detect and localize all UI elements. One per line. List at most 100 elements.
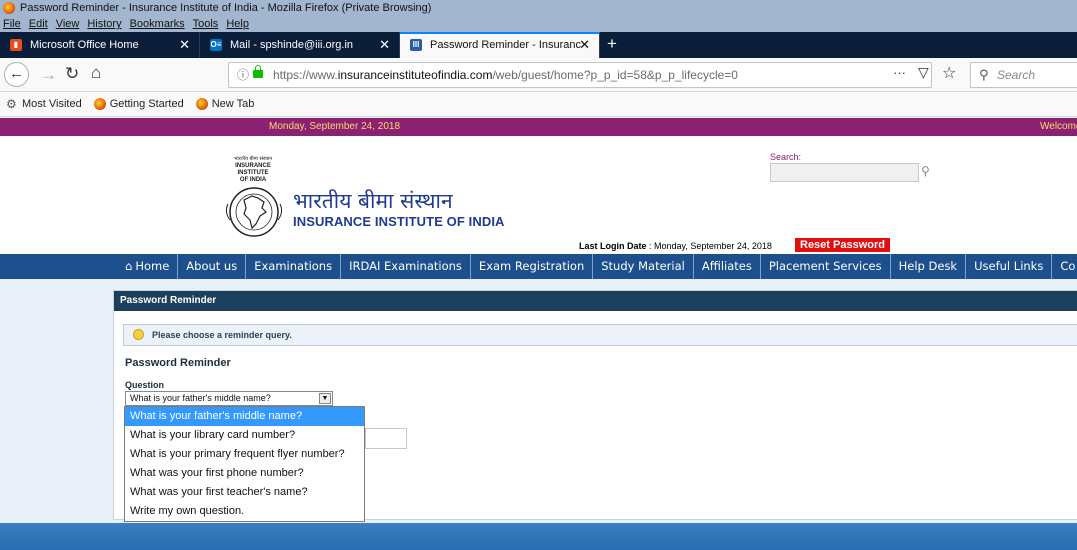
url-domain: insuranceinstituteofindia.com [337, 68, 493, 82]
bookmark-new-tab[interactable]: New Tab [195, 92, 255, 116]
nav-useful-links[interactable]: Useful Links [966, 254, 1053, 279]
question-option[interactable]: What was your first teacher's name? [125, 483, 364, 502]
close-tab-icon[interactable]: ✕ [579, 34, 590, 56]
question-option[interactable]: Write my own question. [125, 502, 364, 521]
logo-text: भारतीय बीमा संस्थान INSURANCE INSTITUTE … [223, 156, 283, 184]
info-message: Please choose a reminder query. [123, 324, 1077, 346]
info-text: Please choose a reminder query. [152, 330, 292, 340]
question-select[interactable]: What is your father's middle name? ▼ [125, 391, 333, 406]
question-label: Question [125, 380, 165, 390]
logo-line-1: INSURANCE [235, 163, 271, 169]
url-bar[interactable]: ⓘ https://www.insuranceinstituteofindia.… [228, 62, 932, 88]
answer-input[interactable] [365, 428, 407, 449]
bookmark-label: New Tab [211, 97, 255, 110]
selected-question: What is your father's middle name? [130, 393, 271, 403]
tab-password-reminder[interactable]: III Password Reminder - Insuranc ✕ [400, 32, 600, 58]
search-input[interactable]: ⚲ Search [970, 62, 1077, 88]
nav-placement-services[interactable]: Placement Services [761, 254, 891, 279]
question-option[interactable]: What is your library card number? [125, 426, 364, 445]
bookmarks-bar: ⚙ Most Visited Getting Started New Tab [0, 92, 1077, 117]
site-logo[interactable]: भारतीय बीमा संस्थान INSURANCE INSTITUTE … [219, 156, 289, 237]
bookmark-label: Most Visited [22, 97, 82, 110]
nav-affiliates[interactable]: Affiliates [694, 254, 761, 279]
forward-button[interactable]: → [40, 65, 57, 85]
menu-view[interactable]: View [56, 16, 80, 32]
main-nav: ⌂ Home About us Examinations IRDAI Examin… [0, 254, 1077, 279]
lightbulb-icon [133, 329, 144, 340]
question-option[interactable]: What was your first phone number? [125, 464, 364, 483]
menu-edit[interactable]: Edit [29, 16, 48, 32]
info-icon[interactable]: ⓘ [237, 63, 249, 87]
question-dropdown-list: What is your father's middle name? What … [124, 406, 365, 522]
section-title: Password Reminder [125, 357, 231, 369]
tab-mail[interactable]: O≡ Mail - spshinde@iii.org.in ✕ [200, 32, 400, 58]
menu-bar: File Edit View History Bookmarks Tools H… [0, 16, 1077, 32]
home-icon: ⌂ [125, 259, 133, 273]
site-header: भारतीय बीमा संस्थान INSURANCE INSTITUTE … [0, 136, 1077, 254]
last-login-label: Last Login Date [579, 241, 647, 251]
nav-help-desk[interactable]: Help Desk [891, 254, 967, 279]
bookmark-label: Getting Started [109, 97, 184, 110]
bookmark-getting-started[interactable]: Getting Started [93, 92, 184, 116]
tab-label: Mail - spshinde@iii.org.in [230, 39, 354, 51]
nav-irdai-examinations[interactable]: IRDAI Examinations [341, 254, 471, 279]
menu-file[interactable]: File [3, 16, 21, 32]
logo-hindi: भारतीय बीमा संस्थान [233, 156, 272, 162]
window-titlebar: Password Reminder - Insurance Institute … [0, 0, 1077, 16]
search-placeholder: Search [997, 68, 1036, 82]
india-map-emblem-icon [225, 187, 283, 237]
site-title-english: INSURANCE INSTITUTE OF INDIA [293, 214, 505, 229]
firefox-icon [3, 2, 15, 14]
close-tab-icon[interactable]: ✕ [179, 32, 190, 58]
search-icon: ⚲ [979, 67, 989, 82]
close-tab-icon[interactable]: ✕ [379, 32, 390, 58]
menu-help[interactable]: Help [226, 16, 249, 32]
nav-about-us[interactable]: About us [178, 254, 247, 279]
nav-label: Home [135, 259, 170, 273]
menu-tools[interactable]: Tools [193, 16, 219, 32]
firefox-icon [195, 98, 208, 110]
gear-icon: ⚙ [6, 97, 17, 111]
current-date: Monday, September 24, 2018 [269, 121, 401, 132]
last-login-info: Last Login Date : Monday, September 24, … [579, 241, 772, 251]
nav-toolbar: ← → ↻ ⌂ ⓘ https://www.insuranceinstitute… [0, 58, 1077, 92]
menu-bookmarks[interactable]: Bookmarks [130, 16, 185, 32]
site-search-label: Search: [770, 152, 802, 162]
tab-office[interactable]: ▮ Microsoft Office Home ✕ [0, 32, 200, 58]
nav-home[interactable]: ⌂ Home [117, 254, 179, 279]
new-tab-button[interactable]: + [600, 32, 624, 58]
office-icon: ▮ [10, 39, 22, 51]
bookmark-star-icon[interactable]: ☆ [942, 63, 956, 83]
site-search-input[interactable] [770, 163, 919, 182]
question-option[interactable]: What is your father's middle name? [125, 407, 364, 426]
firefox-icon [93, 98, 106, 110]
tab-bar: ▮ Microsoft Office Home ✕ O≡ Mail - spsh… [0, 32, 1077, 58]
panel-title: Password Reminder [114, 291, 1077, 311]
menu-history[interactable]: History [87, 16, 121, 32]
search-icon[interactable]: ⚲ [921, 164, 930, 178]
question-option[interactable]: What is your primary frequent flyer numb… [125, 445, 364, 464]
nav-contact[interactable]: Co [1052, 254, 1077, 279]
reset-password-button[interactable]: Reset Password [795, 238, 890, 252]
home-button[interactable]: ⌂ [91, 63, 101, 83]
pocket-icon[interactable]: ▽ [918, 64, 929, 81]
nav-examinations[interactable]: Examinations [246, 254, 342, 279]
nav-exam-registration[interactable]: Exam Registration [471, 254, 594, 279]
chevron-down-icon[interactable]: ▼ [319, 393, 331, 404]
site-title-hindi: भारतीय बीमा संस्थान [293, 189, 453, 213]
tab-label: Microsoft Office Home [30, 39, 139, 51]
nav-study-material[interactable]: Study Material [593, 254, 694, 279]
site-icon: III [410, 39, 422, 51]
url-prefix: https://www. [273, 68, 338, 82]
logo-line-2: INSTITUTE [237, 170, 269, 176]
back-button[interactable]: ← [4, 62, 29, 87]
page-actions-button[interactable]: ··· [893, 65, 906, 80]
last-login-value: : Monday, September 24, 2018 [649, 241, 772, 251]
outlook-icon: O≡ [210, 39, 222, 51]
lock-icon [253, 65, 263, 78]
url-path: /web/guest/home?p_p_id=58&p_p_lifecycle=… [492, 68, 738, 82]
bookmark-most-visited[interactable]: ⚙ Most Visited [6, 92, 82, 116]
footer-band [0, 523, 1077, 550]
reload-button[interactable]: ↻ [65, 64, 79, 84]
welcome-text: Welcome [1040, 121, 1077, 132]
